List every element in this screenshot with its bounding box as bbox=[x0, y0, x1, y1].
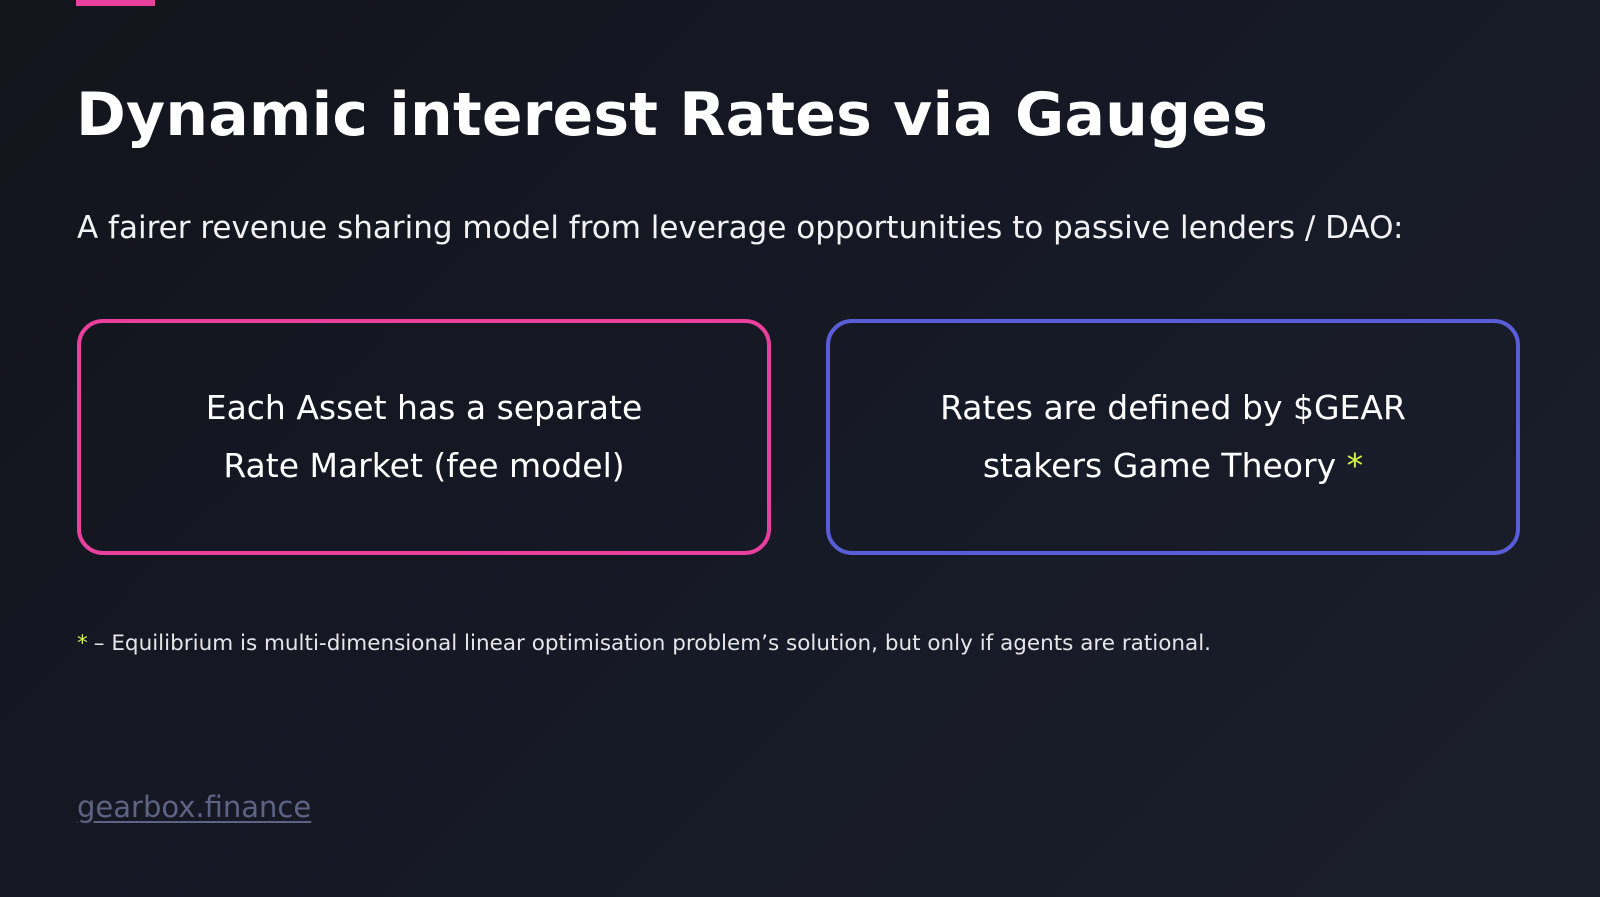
card-gear-stakers: Rates are defined by $GEAR stakers Game … bbox=[826, 319, 1520, 555]
card-gear-stakers-line-2-wrap: stakers Game Theory * bbox=[940, 437, 1406, 495]
footnote-text: – Equilibrium is multi-dimensional linea… bbox=[93, 631, 1212, 656]
card-gear-stakers-line-1: Rates are defined by $GEAR bbox=[940, 388, 1406, 427]
card-rate-market-text: Each Asset has a separate Rate Market (f… bbox=[206, 379, 643, 495]
card-gear-stakers-line-2: stakers Game Theory bbox=[982, 446, 1337, 485]
slide-title: Dynamic interest Rates via Gauges bbox=[76, 80, 1269, 150]
card-gear-stakers-text: Rates are defined by $GEAR stakers Game … bbox=[940, 379, 1406, 495]
footnote: * – Equilibrium is multi-dimensional line… bbox=[77, 631, 1211, 656]
card-rate-market-line-2: Rate Market (fee model) bbox=[223, 446, 625, 485]
footnote-star: * bbox=[77, 631, 88, 656]
card-rate-market-line-1: Each Asset has a separate bbox=[205, 388, 643, 427]
card-rate-market: Each Asset has a separate Rate Market (f… bbox=[77, 319, 771, 555]
footnote-marker: * bbox=[1346, 446, 1364, 485]
accent-bar bbox=[76, 0, 155, 6]
gearbox-finance-link[interactable]: gearbox.finance bbox=[77, 790, 311, 824]
slide-subtitle: A fairer revenue sharing model from leve… bbox=[77, 210, 1404, 246]
